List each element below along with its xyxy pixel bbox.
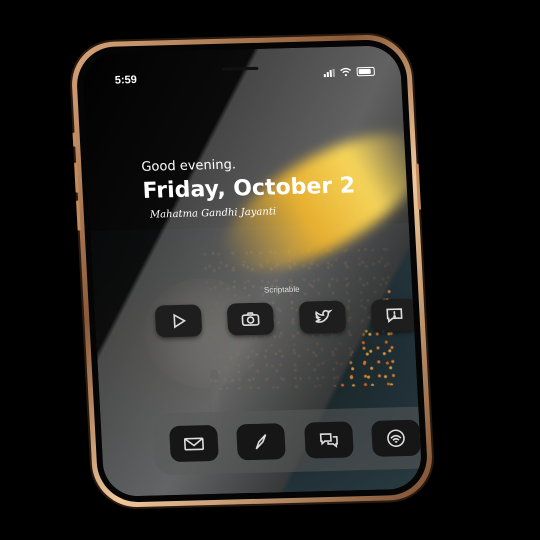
chat-app[interactable] — [370, 298, 419, 332]
folder-label: Scriptable — [263, 284, 300, 295]
battery-icon — [356, 66, 375, 77]
safari-app[interactable] — [236, 423, 287, 461]
status-bar: 5:59 — [81, 45, 401, 93]
app-row — [154, 298, 419, 338]
status-icons — [323, 66, 375, 77]
mail-icon — [183, 437, 204, 451]
power-button — [415, 163, 422, 210]
volume-up-button — [74, 162, 79, 193]
play-icon — [173, 313, 187, 329]
phone-bezel: 5:59 Good evening. Friday, October 2 Mah… — [75, 38, 429, 504]
date-text: Friday, October 2 — [142, 173, 356, 204]
twitter-icon — [315, 309, 333, 323]
wifi-icon — [340, 67, 352, 77]
signal-icon — [323, 68, 335, 77]
volume-down-button — [76, 200, 81, 231]
home-screen: 5:59 Good evening. Friday, October 2 Mah… — [81, 45, 423, 497]
mail-app[interactable] — [168, 424, 219, 463]
podcasts-app[interactable] — [371, 419, 422, 457]
play-app[interactable] — [154, 304, 203, 338]
phone-mockup: 5:59 Good evening. Friday, October 2 Mah… — [0, 0, 540, 540]
podcast-icon — [387, 429, 406, 448]
greeting-widget[interactable]: Good evening. Friday, October 2 Mahatma … — [141, 154, 357, 220]
twitter-app[interactable] — [298, 300, 347, 334]
messages-icon — [319, 433, 338, 448]
camera-app[interactable] — [226, 302, 275, 336]
phone-frame: 5:59 Good evening. Friday, October 2 Mah… — [69, 33, 435, 509]
dock — [152, 406, 423, 476]
mute-switch — [72, 132, 77, 147]
chat-alert-icon — [386, 308, 403, 324]
camera-icon — [241, 312, 260, 326]
speaker-notch — [222, 66, 259, 71]
compass-icon — [255, 434, 267, 450]
status-time: 5:59 — [114, 74, 138, 87]
messages-app[interactable] — [303, 421, 354, 459]
